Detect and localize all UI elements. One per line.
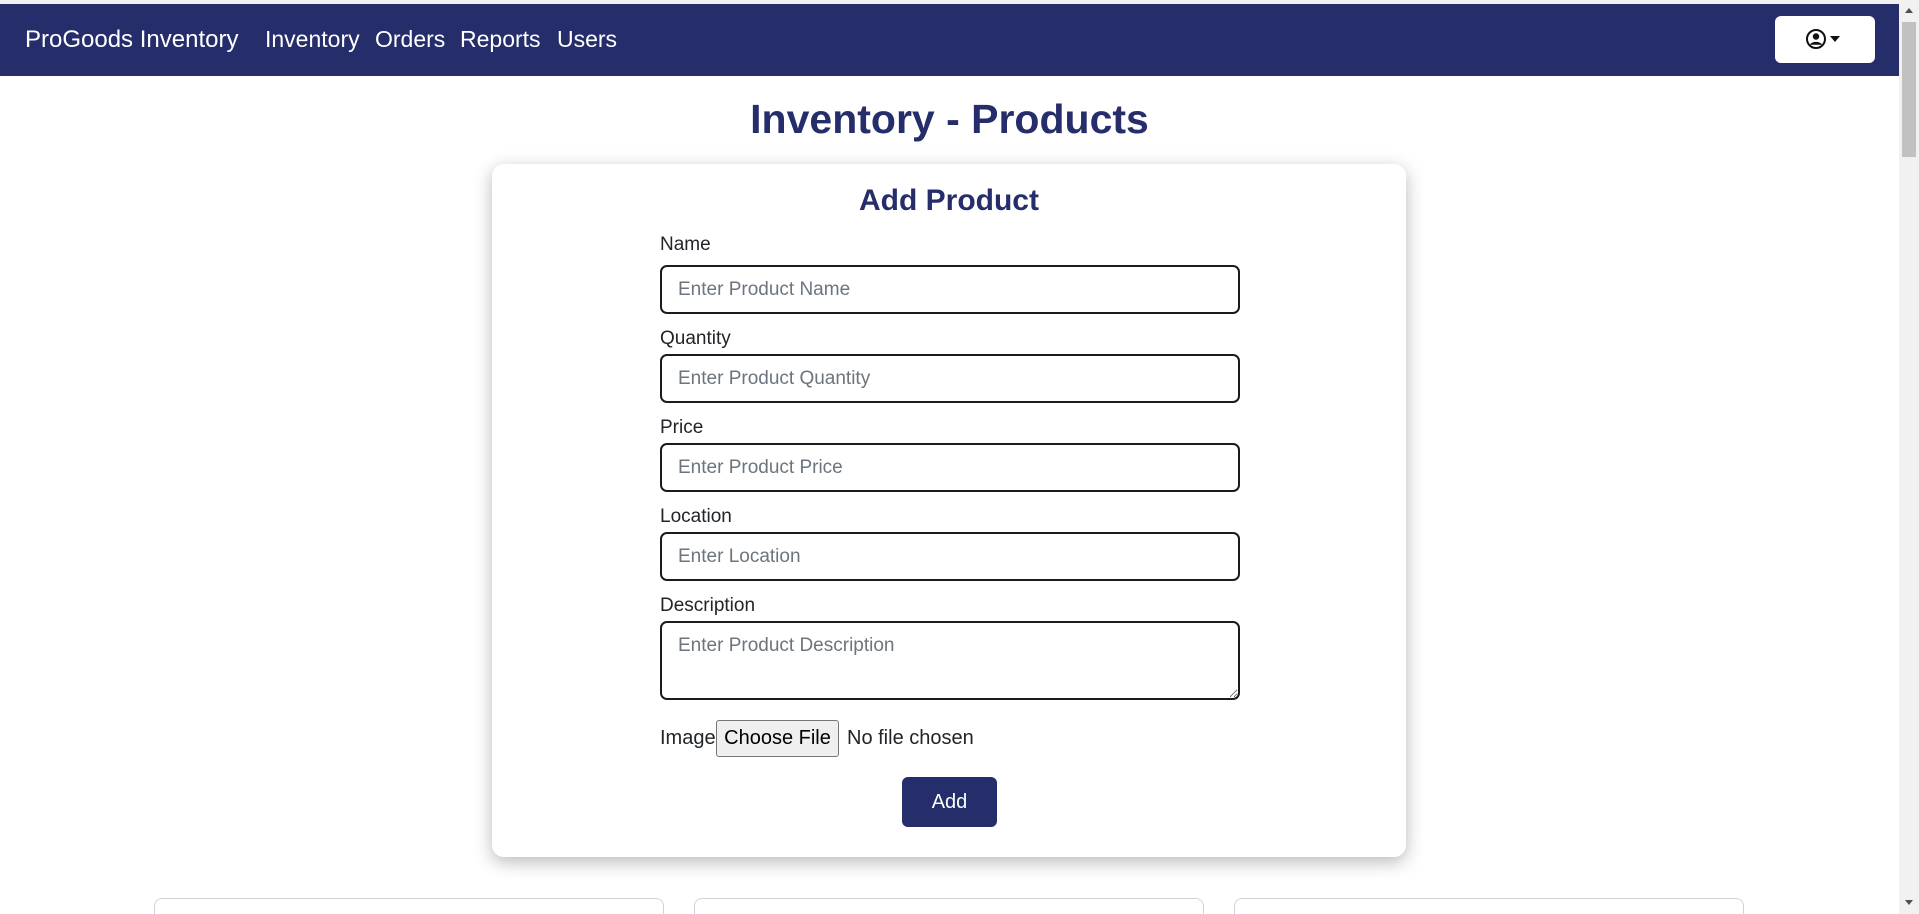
scroll-up-icon[interactable] (1905, 8, 1913, 13)
add-product-button[interactable]: Add (902, 777, 997, 827)
product-price-input[interactable] (660, 443, 1240, 492)
description-label: Description (660, 595, 756, 616)
scrollbar-thumb[interactable] (1902, 22, 1916, 157)
choose-file-button[interactable]: Choose File (716, 720, 839, 757)
quantity-label: Quantity (660, 328, 731, 349)
brand-logo[interactable]: ProGoods Inventory (25, 26, 238, 54)
location-label: Location (660, 506, 732, 527)
user-circle-icon (1806, 29, 1840, 49)
nav-link-users[interactable]: Users (557, 26, 617, 53)
nav-link-inventory[interactable]: Inventory (265, 26, 360, 53)
image-label: Image (660, 727, 716, 749)
product-card[interactable] (1234, 898, 1744, 914)
user-menu-button[interactable] (1775, 16, 1875, 63)
add-product-title: Add Product (859, 184, 1039, 217)
location-input[interactable] (660, 532, 1240, 581)
caret-down-icon (1830, 36, 1840, 42)
nav-link-orders[interactable]: Orders (375, 26, 445, 53)
navbar: ProGoods Inventory Inventory Orders Repo… (0, 4, 1899, 76)
product-card[interactable] (154, 898, 664, 914)
product-quantity-input[interactable] (660, 354, 1240, 403)
file-status-text: No file chosen (847, 727, 974, 749)
name-label: Name (660, 234, 711, 255)
price-label: Price (660, 417, 704, 438)
nav-link-reports[interactable]: Reports (460, 26, 541, 53)
product-name-input[interactable] (660, 265, 1240, 314)
page-title: Inventory - Products (750, 96, 1149, 142)
page-scrollbar[interactable] (1899, 0, 1919, 914)
scroll-down-icon[interactable] (1905, 900, 1913, 905)
add-product-card: Add Product Name Quantity Price Location… (492, 164, 1406, 857)
product-card[interactable] (694, 898, 1204, 914)
product-description-textarea[interactable] (660, 621, 1240, 700)
